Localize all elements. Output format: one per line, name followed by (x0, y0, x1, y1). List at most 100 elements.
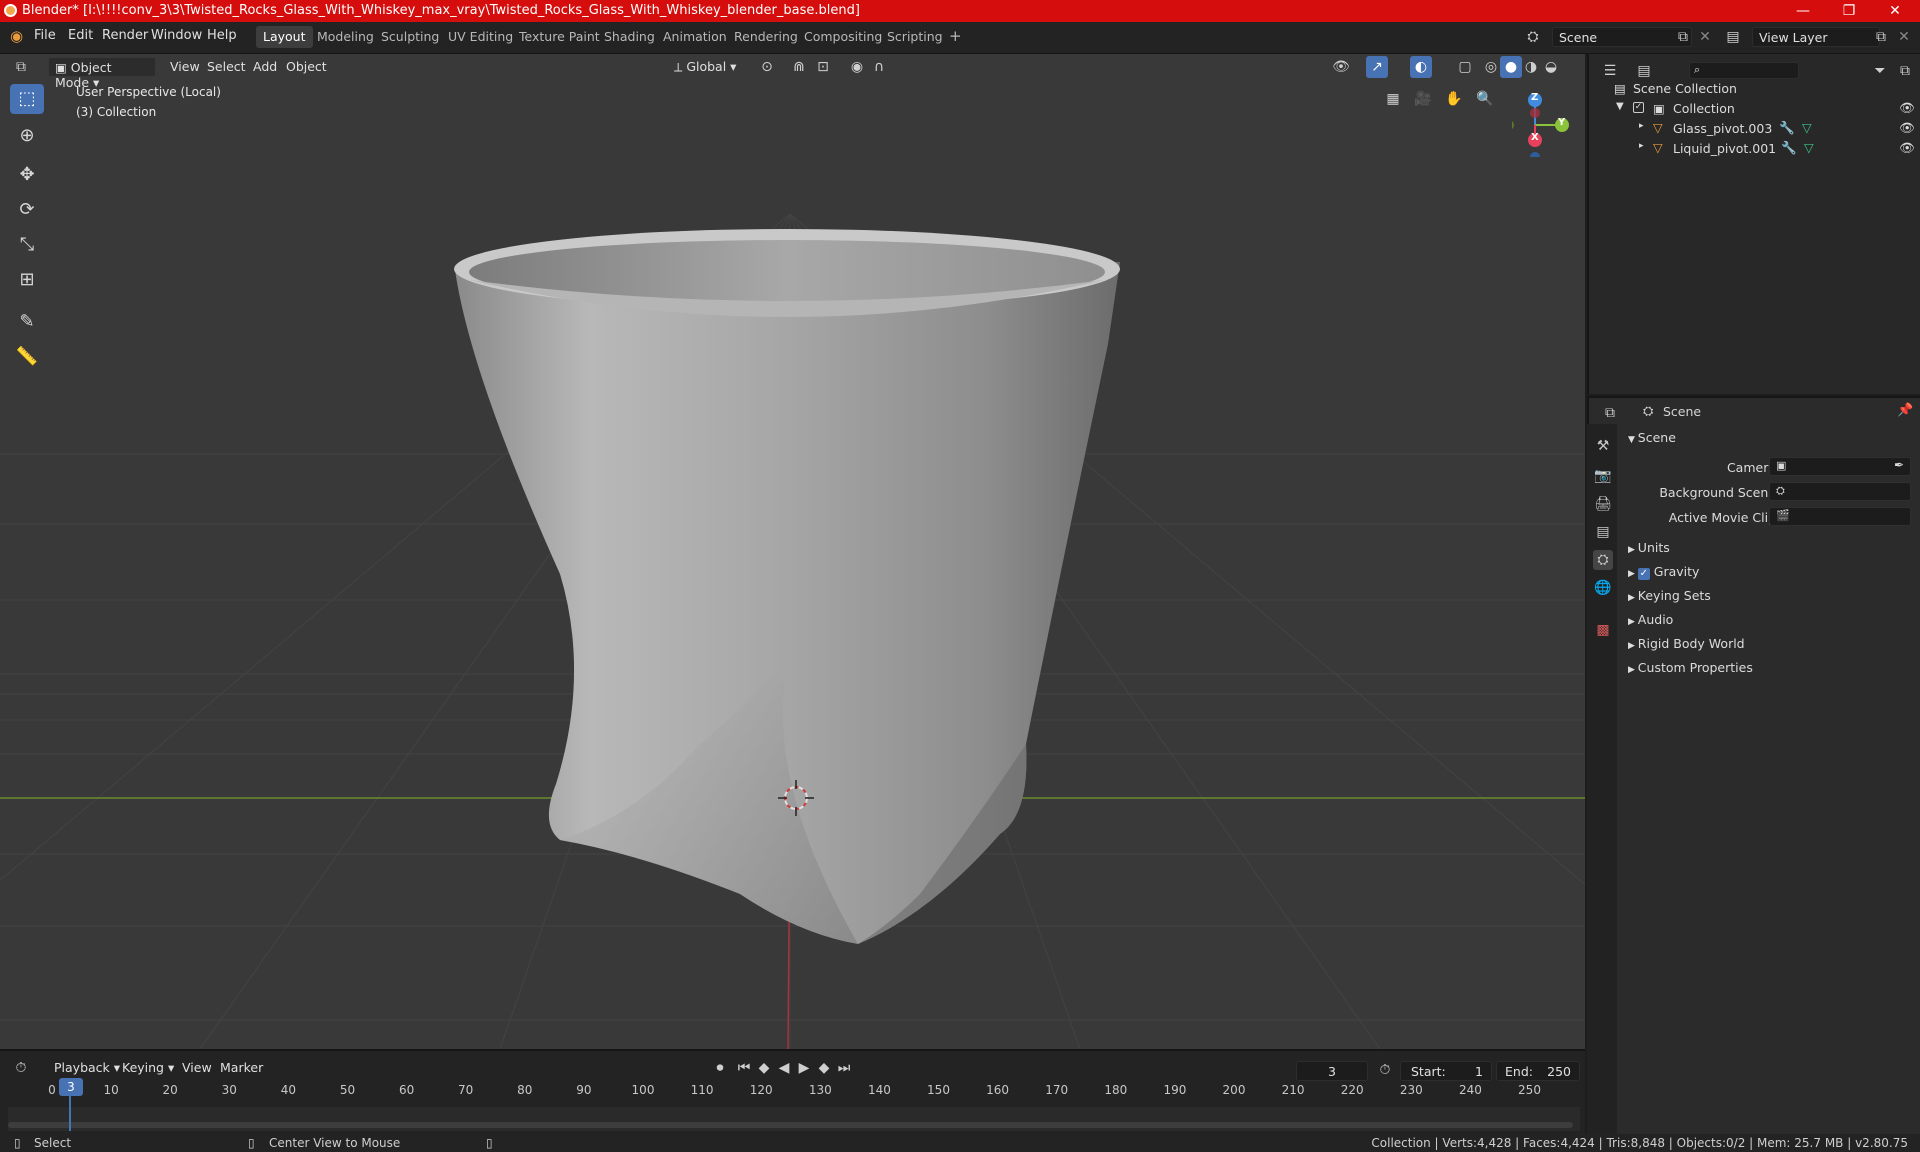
tab-texture-paint[interactable]: Texture Paint (512, 26, 607, 48)
prev-keyframe-icon[interactable]: ◆ (753, 1057, 775, 1079)
snap-target-icon[interactable]: ⊡ (812, 56, 834, 78)
tool-tab-icon[interactable]: ⚒ (1593, 436, 1613, 456)
view-layer-icon[interactable]: ▤ (1722, 26, 1744, 48)
proportional-edit-icon[interactable]: ◉ (846, 56, 868, 78)
measure-tool[interactable]: 📏 (10, 342, 44, 372)
annotate-tool[interactable]: ✎ (10, 307, 44, 337)
texture-tab-icon[interactable]: ▩ (1593, 620, 1613, 640)
menu-timeline-view[interactable]: View (176, 1058, 218, 1078)
outliner-object-row[interactable]: ▸ ▽ Liquid_pivot.001 🔧 ▽ 👁 (1589, 138, 1920, 158)
scene-field[interactable]: Scene (1552, 27, 1692, 47)
wireframe-shading-icon[interactable]: ◎ (1480, 56, 1502, 78)
overlay-toggle-icon[interactable]: ◐ (1410, 56, 1432, 78)
menu-add[interactable]: Add (247, 57, 283, 77)
jump-end-icon[interactable]: ⏭ (833, 1057, 855, 1079)
tab-shading[interactable]: Shading (597, 26, 662, 48)
play-reverse-icon[interactable]: ◀ (773, 1057, 795, 1079)
pan-hand-icon[interactable]: ✋ (1443, 88, 1465, 110)
background-scene-field[interactable]: ⛭ (1769, 482, 1911, 501)
toggle-camera-view-icon[interactable]: ▦ (1382, 88, 1404, 110)
current-frame-field[interactable]: 3 (1296, 1061, 1368, 1081)
outliner-scene-collection-row[interactable]: ▤ Scene Collection (1589, 78, 1920, 98)
render-tab-icon[interactable]: 📷 (1593, 466, 1613, 486)
3d-viewport[interactable]: User Perspective (Local) (3) Collection … (0, 54, 1585, 1049)
select-box-tool[interactable]: ⬚ (10, 84, 44, 114)
view-layer-tab-icon[interactable]: ▤ (1593, 522, 1613, 542)
scale-tool[interactable]: ⤡ (10, 230, 44, 260)
expand-arrow-icon[interactable]: ▸ (1639, 141, 1644, 151)
snap-icon[interactable]: ⋒ (788, 56, 810, 78)
scene-panel-header[interactable]: ▼ Scene (1628, 430, 1676, 445)
rotate-tool[interactable]: ⟳ (10, 195, 44, 225)
menu-keying[interactable]: Keying ▾ (116, 1058, 180, 1078)
output-tab-icon[interactable]: 🖨 (1593, 494, 1613, 514)
pin-icon[interactable]: 📌 (1897, 403, 1913, 418)
falloff-icon[interactable]: ∩ (868, 56, 890, 78)
expand-arrow-icon[interactable]: ▸ (1639, 121, 1644, 131)
menu-window[interactable]: Window (151, 28, 202, 43)
record-icon[interactable]: ⏺ (709, 1057, 731, 1079)
jump-start-icon[interactable]: ⏮ (733, 1057, 755, 1079)
stopwatch-icon[interactable]: ⏱ (1374, 1059, 1396, 1081)
rendered-shading-icon[interactable]: ◒ (1540, 56, 1562, 78)
rigid-body-world-panel-header[interactable]: ▶ Rigid Body World (1628, 636, 1745, 651)
cursor-tool[interactable]: ⊕ (10, 121, 44, 151)
new-view-layer-icon[interactable]: ⧉ (1870, 26, 1892, 48)
camera-icon[interactable]: 🎥 (1412, 88, 1434, 110)
start-frame-field[interactable]: Start: 1 (1400, 1061, 1492, 1081)
units-panel-header[interactable]: ▶ Units (1628, 540, 1670, 555)
tab-animation[interactable]: Animation (656, 26, 734, 48)
maximize-button[interactable]: ❐ (1826, 0, 1872, 22)
tab-compositing[interactable]: Compositing (797, 26, 889, 48)
modifier-wrench-icon[interactable]: 🔧 (1781, 140, 1797, 156)
eyedropper-icon[interactable]: ✒ (1894, 458, 1904, 472)
menu-object[interactable]: Object (280, 57, 333, 77)
keying-sets-panel-header[interactable]: ▶ Keying Sets (1628, 588, 1711, 603)
properties-editor-type-icon[interactable]: ⧉ (1599, 402, 1621, 424)
camera-field[interactable]: ▣ ✒ (1769, 457, 1911, 476)
editor-type-icon[interactable]: ⧉ (10, 56, 32, 78)
pivot-point-icon[interactable]: ⊙ (756, 56, 778, 78)
material-shading-icon[interactable]: ◑ (1520, 56, 1542, 78)
gravity-panel-header[interactable]: ▶ ✓ Gravity (1628, 564, 1699, 580)
active-movie-clip-field[interactable]: 🎬 (1769, 507, 1911, 526)
gizmo-toggle-icon[interactable]: ↗ (1366, 56, 1388, 78)
scene-tab-icon[interactable]: ⛭ (1593, 550, 1613, 570)
blender-menu-icon[interactable]: ◉ (10, 27, 23, 45)
tab-rendering[interactable]: Rendering (727, 26, 805, 48)
eye-icon[interactable]: 👁 (1899, 120, 1915, 136)
object-mode-dropdown[interactable]: ▣ Object Mode ▾ (48, 57, 156, 90)
minimize-button[interactable]: — (1780, 0, 1826, 22)
move-tool[interactable]: ✥ (10, 160, 44, 190)
tab-scripting[interactable]: Scripting (880, 26, 950, 48)
zoom-icon[interactable]: 🔍 (1474, 88, 1496, 110)
view-layer-field[interactable]: View Layer (1752, 27, 1880, 47)
delete-view-layer-icon[interactable]: ✕ (1893, 26, 1915, 48)
delete-scene-icon[interactable]: ✕ (1694, 26, 1716, 48)
xray-icon[interactable]: ▢ (1454, 56, 1476, 78)
modifier-wrench-icon[interactable]: 🔧 (1779, 120, 1795, 136)
transform-orientation-dropdown[interactable]: ⟂ Global ▾ (668, 57, 742, 77)
transform-tool[interactable]: ⊞ (10, 265, 44, 295)
outliner-search-input[interactable]: ⌕ (1689, 62, 1799, 79)
navigation-gizmo[interactable]: Z Y X (1504, 87, 1582, 162)
scene-selector-icon[interactable]: ⛭ (1522, 26, 1544, 48)
solid-shading-icon[interactable]: ● (1500, 56, 1522, 78)
outliner-collection-row[interactable]: ▼ ✓ ▣ Collection 👁 (1589, 98, 1920, 118)
eye-icon[interactable]: 👁 (1899, 140, 1915, 156)
world-tab-icon[interactable]: 🌐 (1593, 578, 1613, 598)
next-keyframe-icon[interactable]: ◆ (813, 1057, 835, 1079)
mesh-data-icon[interactable]: ▽ (1804, 140, 1814, 155)
timeline-scrollbar[interactable] (8, 1122, 1573, 1128)
menu-edit[interactable]: Edit (68, 28, 93, 43)
end-frame-field[interactable]: End: 250 (1496, 1061, 1580, 1081)
menu-help[interactable]: Help (207, 28, 237, 43)
tab-modeling[interactable]: Modeling (310, 26, 381, 48)
menu-file[interactable]: File (34, 28, 56, 43)
timeline-editor-type-icon[interactable]: ⏱ (10, 1057, 32, 1079)
current-frame-indicator[interactable]: 3 (59, 1078, 83, 1096)
tab-layout[interactable]: Layout (256, 26, 313, 48)
menu-render[interactable]: Render (102, 28, 148, 43)
mesh-data-icon[interactable]: ▽ (1802, 120, 1812, 135)
custom-properties-panel-header[interactable]: ▶ Custom Properties (1628, 660, 1753, 675)
